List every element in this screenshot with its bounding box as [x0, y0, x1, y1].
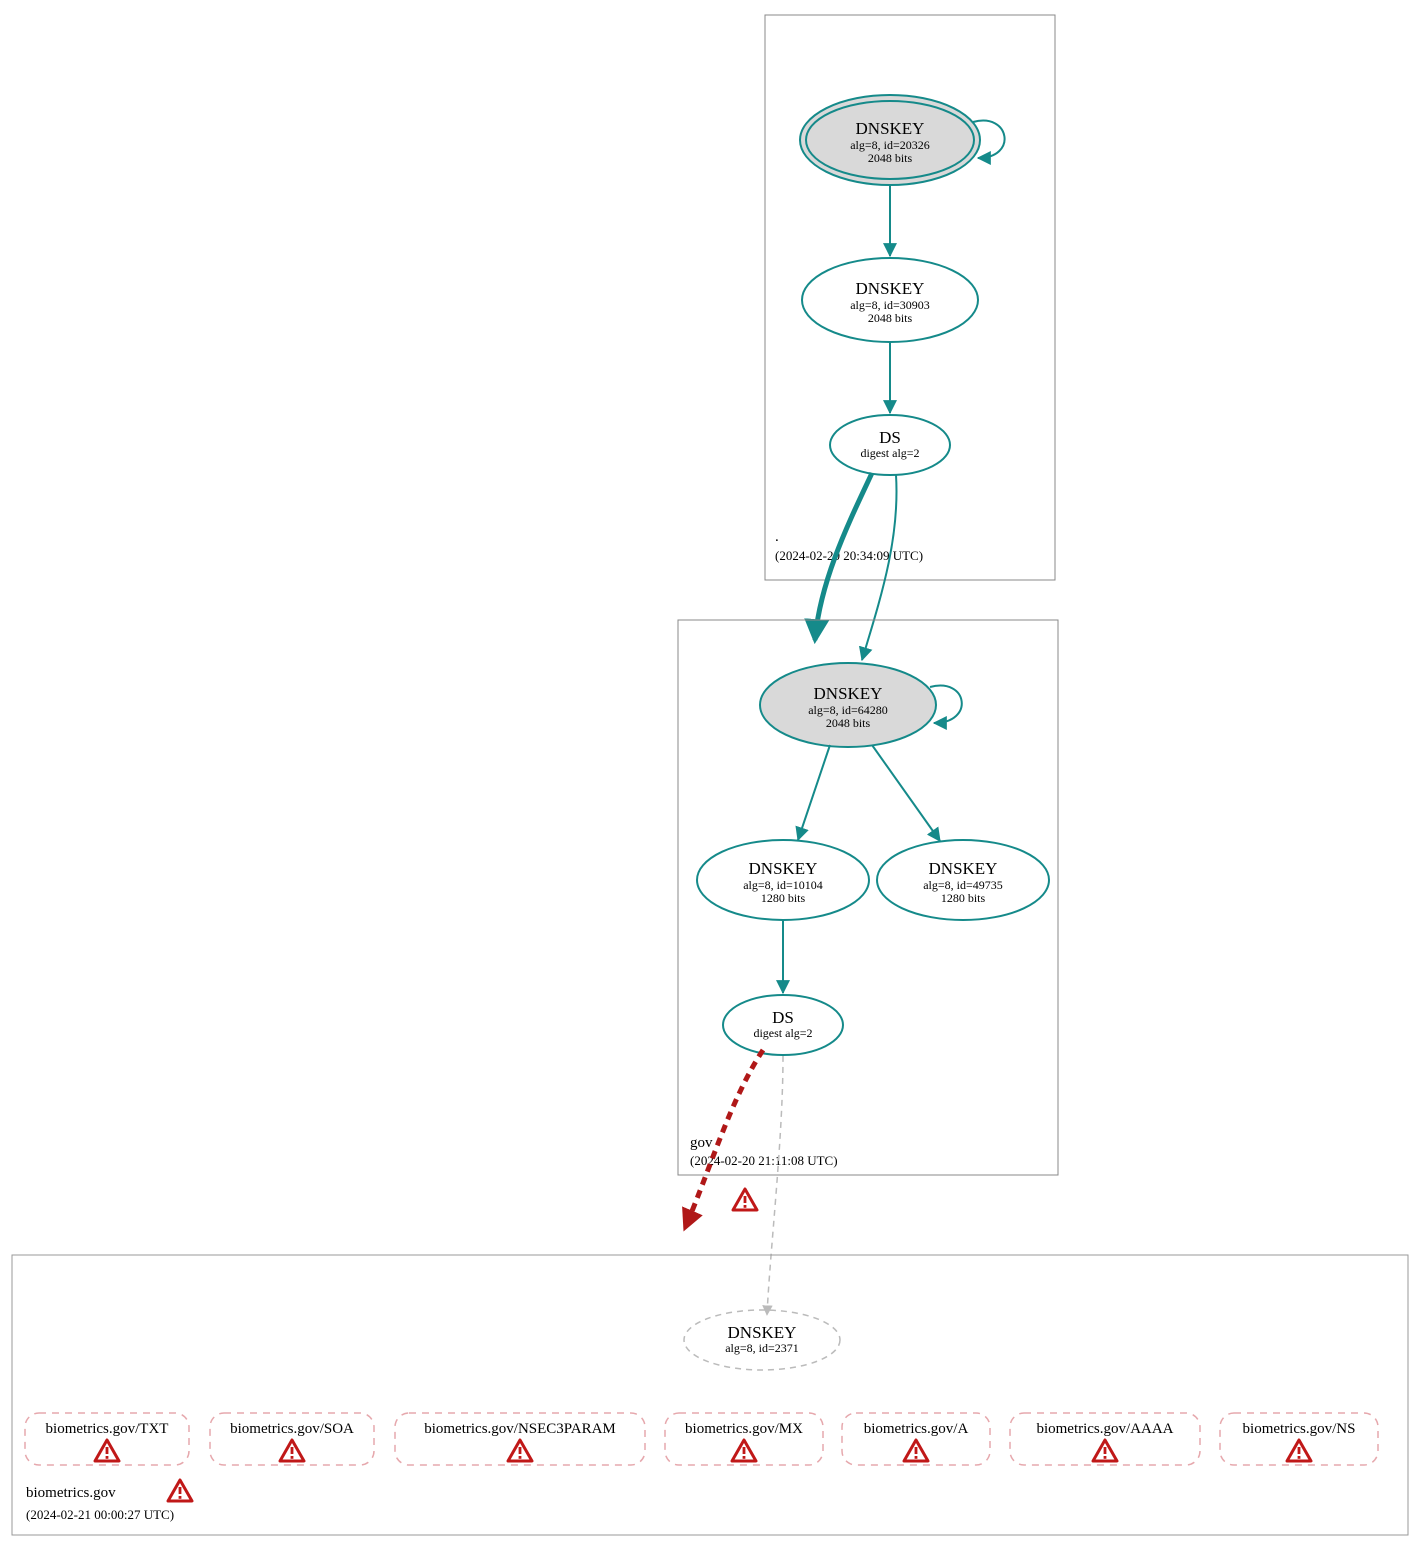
node-gov-zsk1: DNSKEY alg=8, id=10104 1280 bits	[697, 840, 869, 920]
rr-txt: biometrics.gov/TXT	[25, 1413, 189, 1465]
svg-text:alg=8, id=64280: alg=8, id=64280	[808, 703, 888, 717]
svg-text:2048 bits: 2048 bits	[868, 151, 913, 165]
node-root-zsk: DNSKEY alg=8, id=30903 2048 bits	[802, 258, 978, 342]
svg-text:biometrics.gov/NS: biometrics.gov/NS	[1243, 1421, 1356, 1437]
svg-text:1280 bits: 1280 bits	[941, 891, 986, 905]
warning-icon	[168, 1480, 192, 1501]
rr-ns: biometrics.gov/NS	[1220, 1413, 1378, 1465]
rr-nsec3param: biometrics.gov/NSEC3PARAM	[395, 1413, 645, 1465]
svg-text:DNSKEY: DNSKEY	[929, 859, 998, 878]
svg-text:biometrics.gov/AAAA: biometrics.gov/AAAA	[1036, 1421, 1173, 1437]
warning-icon	[1093, 1440, 1117, 1461]
zone-root-name: .	[775, 529, 779, 545]
svg-text:(2024-02-21 00:00:27 UTC): (2024-02-21 00:00:27 UTC)	[26, 1507, 174, 1522]
node-gov-ds: DS digest alg=2	[723, 995, 843, 1055]
edge-gov-ksk-zsk2	[872, 745, 940, 841]
rr-a: biometrics.gov/A	[842, 1413, 990, 1465]
zone-biometrics: biometrics.gov (2024-02-21 00:00:27 UTC)…	[12, 1255, 1408, 1535]
warning-icon	[733, 1189, 757, 1210]
node-gov-zsk2: DNSKEY alg=8, id=49735 1280 bits	[877, 840, 1049, 920]
rr-aaaa: biometrics.gov/AAAA	[1010, 1413, 1200, 1465]
svg-text:2048 bits: 2048 bits	[826, 716, 871, 730]
node-gov-ksk: DNSKEY alg=8, id=64280 2048 bits	[760, 663, 936, 747]
rr-soa: biometrics.gov/SOA	[210, 1413, 374, 1465]
svg-text:DNSKEY: DNSKEY	[856, 119, 925, 138]
svg-text:alg=8, id=49735: alg=8, id=49735	[923, 878, 1003, 892]
warning-icon	[508, 1440, 532, 1461]
edge-gov-ksk-zsk1	[798, 745, 830, 840]
node-root-ds: DS digest alg=2	[830, 415, 950, 475]
svg-text:alg=8, id=20326: alg=8, id=20326	[850, 138, 930, 152]
svg-text:alg=8, id=30903: alg=8, id=30903	[850, 298, 930, 312]
warning-icon	[95, 1440, 119, 1461]
svg-text:DNSKEY: DNSKEY	[814, 684, 883, 703]
warning-icon	[1287, 1440, 1311, 1461]
rr-mx: biometrics.gov/MX	[665, 1413, 823, 1465]
warning-icon	[904, 1440, 928, 1461]
svg-text:DS: DS	[772, 1008, 794, 1027]
svg-text:1280 bits: 1280 bits	[761, 891, 806, 905]
svg-text:DNSKEY: DNSKEY	[749, 859, 818, 878]
zone-gov-name: gov	[690, 1135, 713, 1151]
svg-text:alg=8, id=2371: alg=8, id=2371	[725, 1341, 799, 1355]
warning-icon	[732, 1440, 756, 1461]
svg-text:digest alg=2: digest alg=2	[860, 446, 919, 460]
warning-icon	[280, 1440, 304, 1461]
svg-text:alg=8, id=10104: alg=8, id=10104	[743, 878, 823, 892]
node-root-ksk: DNSKEY alg=8, id=20326 2048 bits	[800, 95, 980, 185]
svg-text:DNSKEY: DNSKEY	[856, 279, 925, 298]
zone-root: . (2024-02-20 20:34:09 UTC) DNSKEY alg=8…	[765, 15, 1055, 580]
svg-text:biometrics.gov/TXT: biometrics.gov/TXT	[46, 1421, 169, 1437]
edge-rootds-govksk	[862, 475, 897, 660]
svg-text:2048 bits: 2048 bits	[868, 311, 913, 325]
zone-gov: gov (2024-02-20 21:11:08 UTC) DNSKEY alg…	[678, 620, 1058, 1175]
dnssec-diagram: . (2024-02-20 20:34:09 UTC) DNSKEY alg=8…	[0, 0, 1420, 1547]
zone-bio-name: biometrics.gov	[26, 1485, 116, 1501]
svg-text:digest alg=2: digest alg=2	[753, 1026, 812, 1040]
svg-text:biometrics.gov/A: biometrics.gov/A	[864, 1421, 969, 1437]
edge-govds-biokey	[767, 1056, 783, 1315]
svg-text:biometrics.gov/MX: biometrics.gov/MX	[685, 1421, 803, 1437]
node-bio-key: DNSKEY alg=8, id=2371	[684, 1310, 840, 1370]
svg-text:biometrics.gov/SOA: biometrics.gov/SOA	[230, 1421, 354, 1437]
svg-text:biometrics.gov/NSEC3PARAM: biometrics.gov/NSEC3PARAM	[424, 1421, 616, 1437]
zone-root-ts: (2024-02-20 20:34:09 UTC)	[775, 548, 923, 563]
svg-text:DNSKEY: DNSKEY	[728, 1323, 797, 1342]
svg-text:DS: DS	[879, 428, 901, 447]
